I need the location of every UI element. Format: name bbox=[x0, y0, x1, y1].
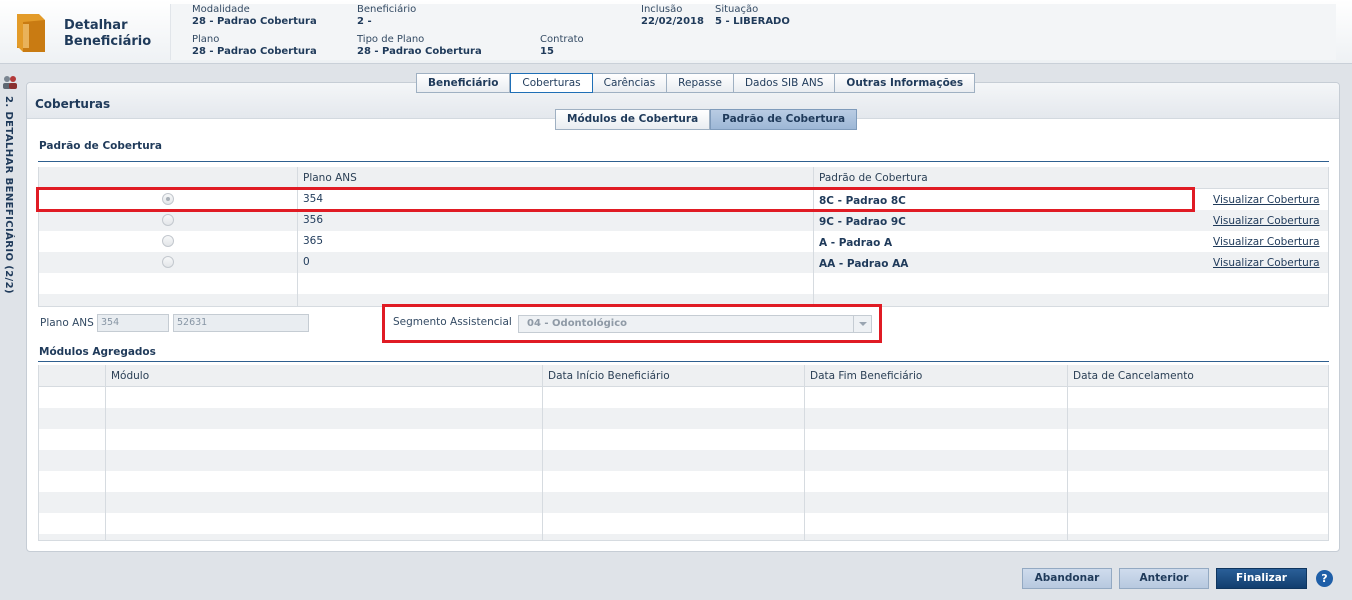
contrato-label: Contrato bbox=[540, 34, 584, 45]
page-title-line2: Beneficiário bbox=[64, 34, 152, 49]
segmento-select-value: 04 - Odontológico bbox=[527, 318, 628, 329]
padrao-section-divider bbox=[38, 161, 1329, 162]
col-modulo: Módulo bbox=[111, 370, 150, 382]
plano-label: Plano bbox=[192, 34, 220, 45]
modalidade-label: Modalidade bbox=[192, 4, 250, 15]
tab-coberturas[interactable]: Coberturas bbox=[510, 73, 593, 93]
table-row-empty bbox=[39, 450, 1328, 471]
plano-value: 28 - Padrao Cobertura bbox=[192, 46, 317, 57]
segmento-label: Segmento Assistencial bbox=[393, 316, 512, 328]
page-title: Detalhar Beneficiário bbox=[64, 18, 151, 50]
contrato-value: 15 bbox=[540, 46, 554, 57]
row-plano-ans: 356 bbox=[303, 214, 324, 226]
sub-tabs: Módulos de Cobertura Padrão de Cobertura bbox=[555, 109, 858, 130]
plano-ans-label: Plano ANS bbox=[40, 317, 94, 329]
beneficiario-value: 2 - bbox=[357, 16, 372, 27]
page-title-line1: Detalhar bbox=[64, 18, 128, 33]
tipo-plano-field: Tipo de Plano 28 - Padrao Cobertura bbox=[357, 34, 482, 58]
side-step-label: 2. DETALHAR BENEFICIÁRIO (2/2) bbox=[3, 96, 14, 294]
table-row-empty bbox=[39, 534, 1328, 540]
col-padrao-cobertura: Padrão de Cobertura bbox=[819, 172, 928, 184]
table-row[interactable]: 365 A - Padrao A Visualizar Cobertura bbox=[39, 231, 1328, 252]
col-data-cancelamento: Data de Cancelamento bbox=[1073, 370, 1194, 382]
table-row-empty bbox=[39, 429, 1328, 450]
situacao-label: Situação bbox=[715, 4, 759, 15]
visualizar-cobertura-link[interactable]: Visualizar Cobertura bbox=[1213, 194, 1320, 206]
segmento-select[interactable]: 04 - Odontológico bbox=[518, 315, 872, 333]
visualizar-cobertura-link[interactable]: Visualizar Cobertura bbox=[1213, 215, 1320, 227]
user-group-icon bbox=[3, 76, 17, 89]
col-data-fim: Data Fim Beneficiário bbox=[810, 370, 923, 382]
padrao-section-title: Padrão de Cobertura bbox=[39, 140, 162, 152]
finalizar-button[interactable]: Finalizar bbox=[1216, 568, 1307, 589]
panel-title: Coberturas bbox=[35, 97, 111, 111]
modulos-table-header: Módulo Data Início Beneficiário Data Fim… bbox=[39, 365, 1328, 387]
table-row-empty bbox=[39, 273, 1328, 294]
modulos-section-title: Módulos Agregados bbox=[39, 346, 156, 358]
plano-ans-input[interactable]: 354 bbox=[97, 314, 169, 332]
tipo-plano-label: Tipo de Plano bbox=[357, 34, 425, 45]
row-radio[interactable] bbox=[162, 256, 174, 268]
column-divider bbox=[542, 365, 543, 541]
padrao-table-header: Plano ANS Padrão de Cobertura bbox=[39, 167, 1328, 189]
chevron-down-icon[interactable] bbox=[853, 316, 871, 332]
row-padrao: A - Padrao A bbox=[819, 237, 893, 249]
subtab-modulos-cobertura[interactable]: Módulos de Cobertura bbox=[555, 109, 711, 130]
inclusao-value: 22/02/2018 bbox=[641, 16, 704, 27]
tab-repasse[interactable]: Repasse bbox=[667, 73, 734, 93]
row-plano-ans: 365 bbox=[303, 235, 324, 247]
anterior-button[interactable]: Anterior bbox=[1119, 568, 1209, 589]
modalidade-field: Modalidade 28 - Padrao Cobertura bbox=[192, 4, 317, 28]
table-row[interactable]: 0 AA - Padrao AA Visualizar Cobertura bbox=[39, 252, 1328, 273]
beneficiario-field: Beneficiário 2 - bbox=[357, 4, 416, 28]
visualizar-cobertura-link[interactable]: Visualizar Cobertura bbox=[1213, 257, 1320, 269]
column-divider bbox=[804, 365, 805, 541]
table-row-empty bbox=[39, 408, 1328, 429]
folder-icon bbox=[17, 14, 45, 52]
table-row-empty bbox=[39, 471, 1328, 492]
modulos-section-divider bbox=[38, 361, 1329, 362]
subtab-padrao-cobertura[interactable]: Padrão de Cobertura bbox=[710, 109, 858, 130]
help-icon[interactable]: ? bbox=[1316, 570, 1333, 587]
row-padrao: AA - Padrao AA bbox=[819, 258, 909, 270]
situacao-value: 5 - LIBERADO bbox=[715, 16, 790, 27]
situacao-field: Situação 5 - LIBERADO bbox=[715, 4, 790, 28]
col-data-inicio: Data Início Beneficiário bbox=[548, 370, 670, 382]
row-padrao: 9C - Padrao 9C bbox=[819, 216, 906, 228]
selected-row-highlight bbox=[36, 187, 1195, 212]
tab-beneficiario[interactable]: Beneficiário bbox=[416, 73, 511, 93]
tab-carencias[interactable]: Carências bbox=[592, 73, 668, 93]
plano-ans-code-input[interactable]: 52631 bbox=[173, 314, 309, 332]
main-tabs: Beneficiário Coberturas Carências Repass… bbox=[416, 73, 976, 93]
header-bar: Detalhar Beneficiário Modalidade 28 - Pa… bbox=[0, 0, 1352, 64]
footer-bar: Abandonar Anterior Finalizar ? bbox=[0, 560, 1352, 600]
table-row-empty bbox=[39, 492, 1328, 513]
tab-dados-sib-ans[interactable]: Dados SIB ANS bbox=[733, 73, 836, 93]
tipo-plano-value: 28 - Padrao Cobertura bbox=[357, 46, 482, 57]
side-step-tab[interactable]: 2. DETALHAR BENEFICIÁRIO (2/2) bbox=[0, 72, 20, 322]
column-divider bbox=[1067, 365, 1068, 541]
table-row-empty bbox=[39, 387, 1328, 408]
visualizar-cobertura-link[interactable]: Visualizar Cobertura bbox=[1213, 236, 1320, 248]
col-plano-ans: Plano ANS bbox=[303, 172, 357, 184]
table-row-empty bbox=[39, 513, 1328, 534]
column-divider bbox=[105, 365, 106, 541]
inclusao-field: Inclusão 22/02/2018 bbox=[641, 4, 704, 28]
row-radio[interactable] bbox=[162, 214, 174, 226]
row-plano-ans: 0 bbox=[303, 256, 310, 268]
inclusao-label: Inclusão bbox=[641, 4, 683, 15]
tab-outras-informacoes[interactable]: Outras Informações bbox=[835, 73, 976, 93]
table-row[interactable]: 356 9C - Padrao 9C Visualizar Cobertura bbox=[39, 210, 1328, 231]
abandonar-button[interactable]: Abandonar bbox=[1022, 568, 1112, 589]
beneficiario-label: Beneficiário bbox=[357, 4, 417, 15]
contrato-field: Contrato 15 bbox=[540, 34, 584, 58]
row-radio[interactable] bbox=[162, 235, 174, 247]
modalidade-value: 28 - Padrao Cobertura bbox=[192, 16, 317, 27]
plano-field: Plano 28 - Padrao Cobertura bbox=[192, 34, 317, 58]
modulos-table: Módulo Data Início Beneficiário Data Fim… bbox=[38, 365, 1329, 541]
